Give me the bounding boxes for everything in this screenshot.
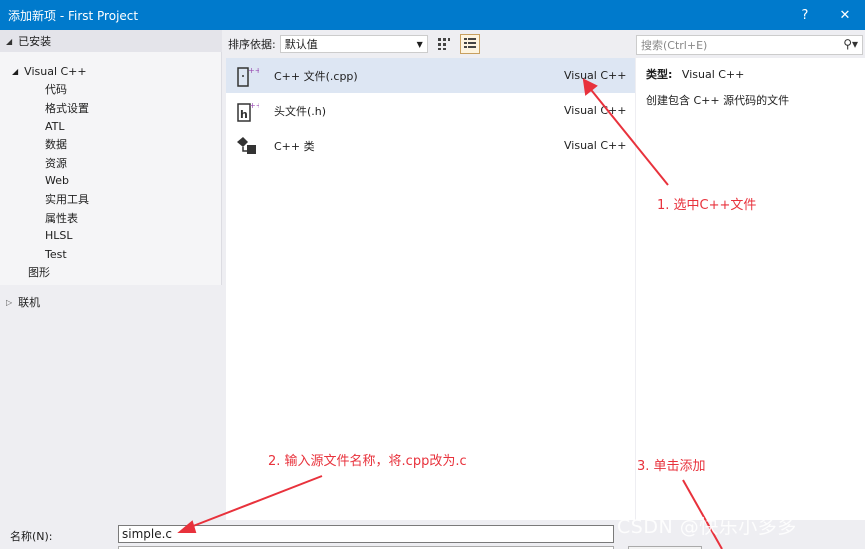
- svg-text:h: h: [240, 108, 248, 121]
- category-tree: ◢ Visual C++ 代码 格式设置 ATL 数据 资源 Web 实用工具 …: [0, 52, 222, 285]
- type-row: 类型: Visual C++: [646, 66, 855, 82]
- list-view-icon: [463, 38, 476, 48]
- tree-node-graphics[interactable]: 图形: [0, 263, 221, 281]
- search-placeholder: 搜索(Ctrl+E): [641, 39, 708, 52]
- category-panel: ◢ 已安装 ◢ Visual C++ 代码 格式设置 ATL 数据 资源 Web…: [0, 30, 222, 520]
- online-label: 联机: [18, 296, 41, 309]
- template-item-class[interactable]: C++ 类 Visual C++: [226, 128, 635, 163]
- installed-label: 已安装: [18, 35, 52, 48]
- tree-node-web[interactable]: Web: [0, 172, 221, 190]
- sort-dropdown[interactable]: 默认值 ▼: [279, 35, 428, 53]
- search-input[interactable]: 搜索(Ctrl+E) ⚲▾: [636, 35, 863, 55]
- online-header[interactable]: ▷ 联机: [0, 291, 222, 313]
- sort-label: 排序依据:: [228, 38, 276, 51]
- collapse-arrow-icon: ◢: [6, 36, 13, 46]
- tree-node-property-sheets[interactable]: 属性表: [0, 208, 221, 226]
- help-button[interactable]: ?: [785, 0, 825, 30]
- watermark: CSDN @快乐小多多: [617, 516, 797, 538]
- svg-text:++: ++: [249, 101, 259, 110]
- expand-arrow-icon: ▷: [6, 297, 13, 307]
- cpp-class-icon: [234, 133, 260, 159]
- tree-node-visual-cpp[interactable]: ◢ Visual C++: [0, 62, 221, 80]
- title-bar: 添加新项 - First Project ? ✕: [0, 0, 865, 30]
- template-language: Visual C++: [564, 104, 627, 117]
- annotation-step1: 1. 选中C++文件: [657, 198, 757, 213]
- tree-node-code[interactable]: 代码: [0, 80, 221, 98]
- tree-node-data[interactable]: 数据: [0, 135, 221, 153]
- svg-text:++: ++: [248, 66, 259, 75]
- annotation-step3: 3. 单击添加: [637, 459, 706, 474]
- tree-node-atl[interactable]: ATL: [0, 117, 221, 135]
- type-value: Visual C++: [681, 68, 745, 81]
- close-button[interactable]: ✕: [825, 0, 865, 30]
- template-language: Visual C++: [564, 139, 627, 152]
- tree-node-utility[interactable]: 实用工具: [0, 190, 221, 208]
- template-item-header[interactable]: h ++ 头文件(.h) Visual C++: [226, 93, 635, 128]
- header-file-icon: h ++: [234, 98, 260, 124]
- template-name: C++ 文件(.cpp): [274, 69, 358, 83]
- cpp-file-icon: ++: [234, 63, 260, 89]
- sort-value: 默认值: [284, 38, 318, 51]
- search-icon[interactable]: ⚲▾: [843, 37, 858, 51]
- name-input[interactable]: simple.c: [118, 525, 614, 543]
- details-panel: 类型: Visual C++ 创建包含 C++ 源代码的文件: [636, 58, 865, 520]
- tree-node-formatting[interactable]: 格式设置: [0, 99, 221, 117]
- grid-view-button[interactable]: [434, 34, 454, 54]
- template-description: 创建包含 C++ 源代码的文件: [646, 94, 790, 107]
- tree-node-test[interactable]: Test: [0, 245, 221, 263]
- window-title: 添加新项 - First Project: [8, 8, 139, 23]
- name-label: 名称(N):: [10, 530, 53, 543]
- grid-view-icon: [437, 38, 450, 50]
- installed-header[interactable]: ◢ 已安装: [0, 30, 222, 52]
- type-key: 类型:: [646, 68, 673, 81]
- template-name: 头文件(.h): [274, 104, 327, 118]
- tree-node-hlsl[interactable]: HLSL: [0, 227, 221, 245]
- sort-toolbar: 排序依据: 默认值 ▼: [222, 30, 635, 58]
- template-name: C++ 类: [274, 139, 315, 153]
- tree-node-resources[interactable]: 资源: [0, 153, 221, 171]
- template-language: Visual C++: [564, 69, 627, 82]
- expand-arrow-icon: ◢: [12, 66, 19, 76]
- template-item-cpp[interactable]: ++ C++ 文件(.cpp) Visual C++: [226, 58, 635, 93]
- list-view-button[interactable]: [459, 34, 480, 54]
- tree-node-label: Visual C++: [24, 64, 87, 78]
- chevron-down-icon: ▼: [416, 39, 423, 49]
- annotation-step2: 2. 输入源文件名称，将.cpp改为.c: [268, 454, 467, 469]
